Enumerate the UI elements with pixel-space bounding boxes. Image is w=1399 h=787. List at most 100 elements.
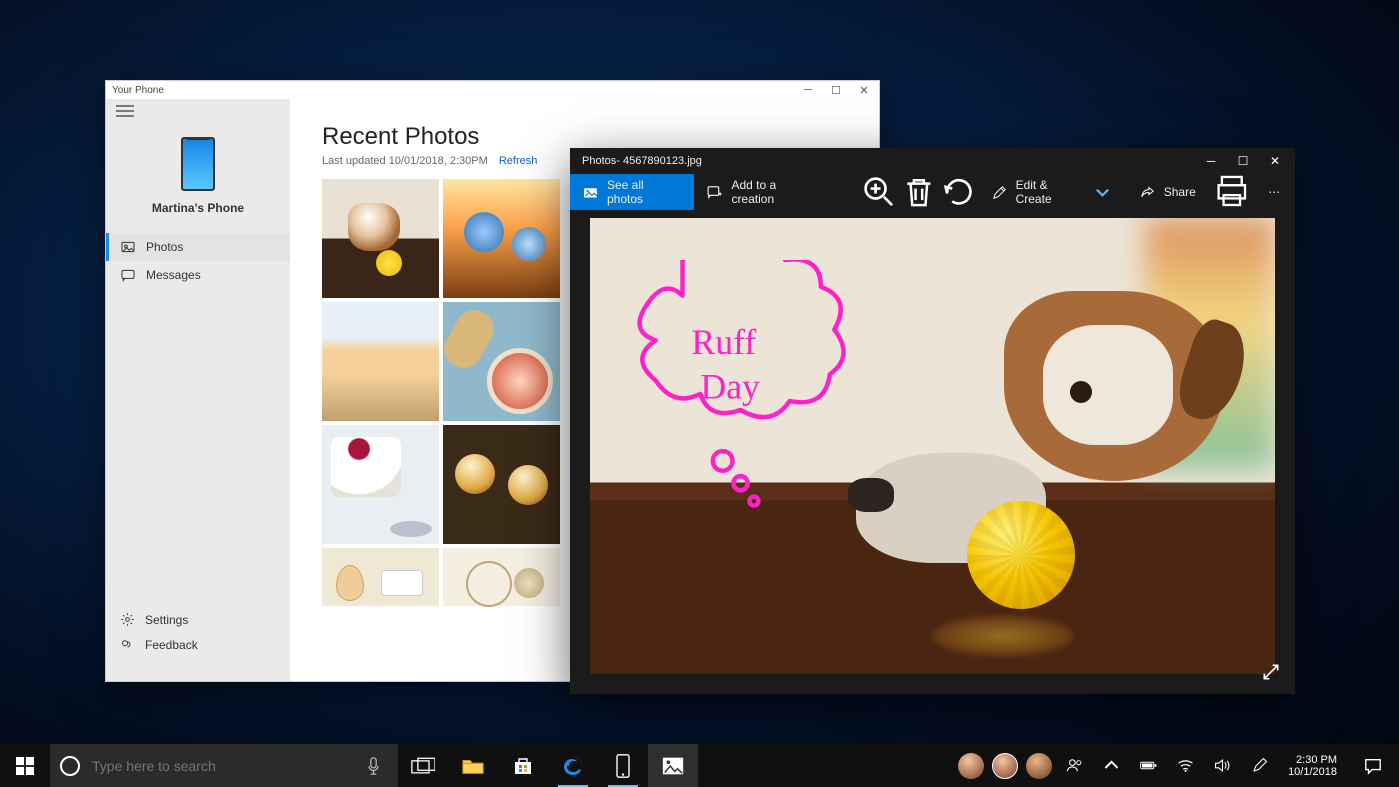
ink-workspace-button[interactable] — [1245, 757, 1274, 774]
expand-icon — [1261, 662, 1281, 682]
pen-icon — [1251, 757, 1268, 774]
photos-titlebar[interactable]: Photos- 4567890123.jpg ─ ☐ ✕ — [570, 148, 1295, 174]
edit-create-button[interactable]: Edit & Create — [979, 174, 1123, 210]
sidebar-item-feedback[interactable]: Feedback — [106, 632, 290, 657]
wifi-button[interactable] — [1171, 757, 1200, 774]
gear-icon — [120, 612, 135, 627]
refresh-link[interactable]: Refresh — [499, 155, 538, 167]
people-avatar[interactable] — [958, 753, 984, 779]
collection-icon — [582, 184, 599, 201]
action-center-button[interactable] — [1351, 757, 1395, 775]
phone-icon — [611, 754, 635, 778]
battery-button[interactable] — [1134, 757, 1163, 774]
photos-app-button[interactable] — [648, 744, 698, 787]
sidebar-item-label: Settings — [145, 613, 188, 627]
photo-thumbnail[interactable] — [322, 179, 439, 298]
file-explorer-button[interactable] — [448, 744, 498, 787]
microphone-icon[interactable] — [358, 757, 388, 775]
yourphone-titlebar[interactable]: Your Phone ─ ☐ ✕ — [106, 81, 879, 99]
people-icon — [1066, 757, 1083, 774]
clock-button[interactable]: 2:30 PM 10/1/2018 — [1282, 754, 1343, 778]
microsoft-store-button[interactable] — [498, 744, 548, 787]
photo-stage[interactable]: Ruff Day — [570, 210, 1295, 694]
photo-thumbnail[interactable] — [443, 548, 560, 606]
minimize-button[interactable]: ─ — [799, 84, 817, 97]
search-input[interactable] — [90, 757, 348, 775]
sidebar-item-label: Feedback — [145, 638, 198, 652]
ink-text-line1: Ruff — [691, 322, 756, 362]
notification-icon — [1363, 757, 1383, 775]
cortana-icon — [60, 756, 80, 776]
your-phone-button[interactable] — [598, 744, 648, 787]
phone-illustration-icon — [181, 137, 215, 191]
photo-thumbnail[interactable] — [443, 425, 560, 544]
feedback-icon — [120, 637, 135, 652]
start-button[interactable] — [0, 744, 50, 787]
photo-thumbnail[interactable] — [443, 302, 560, 421]
print-button[interactable] — [1212, 172, 1252, 212]
window-photos: Photos- 4567890123.jpg ─ ☐ ✕ See all pho… — [570, 148, 1295, 694]
search-box[interactable] — [50, 744, 398, 787]
zoom-icon — [859, 172, 899, 212]
sidebar-item-label: Photos — [146, 240, 183, 254]
rotate-icon — [939, 172, 979, 212]
photo-image: Ruff Day — [590, 218, 1275, 674]
task-view-button[interactable] — [398, 744, 448, 787]
photo-thumbnail[interactable] — [322, 548, 439, 606]
people-button[interactable] — [1060, 757, 1089, 774]
more-button[interactable]: ⋯ — [1255, 185, 1295, 199]
yourphone-sidebar: Martina's Phone Photos Messages Settings — [106, 99, 290, 681]
see-all-photos-button[interactable]: See all photos — [570, 174, 694, 210]
tray-overflow-button[interactable] — [1097, 757, 1126, 774]
share-button[interactable]: Share — [1127, 174, 1208, 210]
recent-photos-heading: Recent Photos — [322, 123, 847, 151]
speaker-icon — [1214, 757, 1231, 774]
minimize-button[interactable]: ─ — [1195, 148, 1227, 174]
store-icon — [511, 754, 535, 778]
last-updated-value: 10/01/2018, 2:30PM — [389, 155, 488, 167]
sidebar-item-settings[interactable]: Settings — [106, 607, 290, 632]
people-avatar[interactable] — [992, 753, 1018, 779]
people-avatar[interactable] — [1026, 753, 1052, 779]
share-label: Share — [1164, 185, 1196, 199]
rotate-button[interactable] — [939, 172, 979, 212]
print-icon — [1212, 172, 1252, 212]
ink-annotation: Ruff Day — [620, 260, 870, 510]
yourphone-title: Your Phone — [112, 85, 164, 96]
last-updated-label: Last updated — [322, 155, 386, 167]
zoom-button[interactable] — [859, 172, 899, 212]
photos-icon — [120, 239, 136, 255]
photos-app-icon — [661, 754, 685, 778]
edge-button[interactable] — [548, 744, 598, 787]
folder-icon — [461, 754, 485, 778]
photos-toolbar: See all photos Add to a creation Edit & … — [570, 174, 1295, 210]
edge-icon — [561, 754, 585, 778]
share-icon — [1139, 184, 1156, 201]
maximize-button[interactable]: ☐ — [1227, 148, 1259, 174]
fullscreen-button[interactable] — [1261, 662, 1281, 682]
maximize-button[interactable]: ☐ — [827, 84, 845, 97]
add-to-creation-label: Add to a creation — [731, 178, 821, 206]
sidebar-item-messages[interactable]: Messages — [106, 261, 290, 289]
photo-thumbnail[interactable] — [443, 179, 560, 298]
chevron-up-icon — [1103, 757, 1120, 774]
chevron-down-icon — [1094, 184, 1111, 201]
photo-thumbnail[interactable] — [322, 425, 439, 544]
sidebar-item-photos[interactable]: Photos — [106, 233, 290, 261]
close-button[interactable]: ✕ — [1259, 148, 1291, 174]
sidebar-item-label: Messages — [146, 268, 201, 282]
edit-icon — [991, 184, 1008, 201]
clock-date: 10/1/2018 — [1288, 766, 1337, 778]
clock-time: 2:30 PM — [1288, 754, 1337, 766]
task-view-icon — [411, 754, 435, 778]
wifi-icon — [1177, 757, 1194, 774]
windows-icon — [16, 757, 34, 775]
add-to-creation-button[interactable]: Add to a creation — [694, 174, 833, 210]
volume-button[interactable] — [1208, 757, 1237, 774]
photos-title: Photos- 4567890123.jpg — [582, 155, 702, 167]
hamburger-icon[interactable] — [116, 105, 134, 117]
trash-icon — [899, 172, 939, 212]
close-button[interactable]: ✕ — [855, 84, 873, 97]
photo-thumbnail[interactable] — [322, 302, 439, 421]
delete-button[interactable] — [899, 172, 939, 212]
